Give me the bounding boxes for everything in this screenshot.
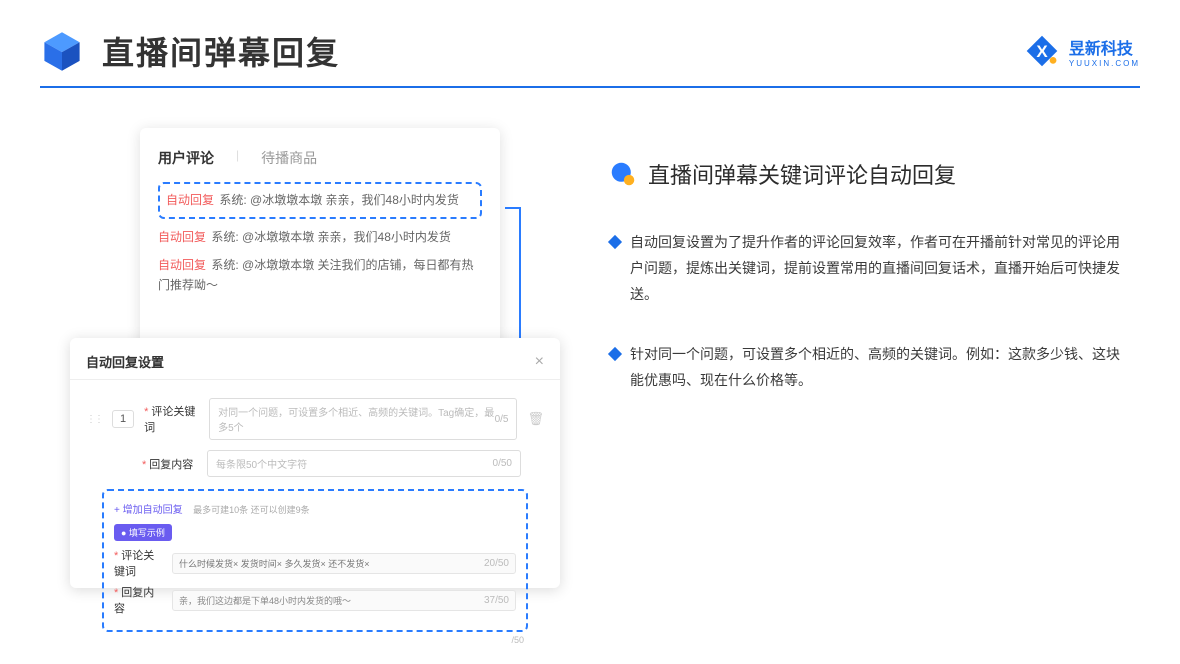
tabs: 用户评论 | 待播商品 xyxy=(158,148,482,168)
close-icon[interactable]: × xyxy=(535,353,544,371)
page-title: 直播间弹幕回复 xyxy=(102,28,340,74)
brand-logo-icon: X xyxy=(1025,34,1059,68)
section-title: 直播间弹幕关键词评论自动回复 xyxy=(648,158,956,190)
comments-panel: 用户评论 | 待播商品 自动回复 系统: @冰墩墩本墩 亲亲，我们48小时内发货… xyxy=(140,128,500,348)
drag-handle-icon[interactable]: ⋮⋮ xyxy=(86,414,102,425)
example-box: + 增加自动回复 最多可建10条 还可以创建9条 ● 填写示例 *评论关键词 什… xyxy=(102,489,528,632)
header: 直播间弹幕回复 X 昱新科技 YUUXIN.COM xyxy=(0,0,1180,86)
bullet-1-text: 自动回复设置为了提升作者的评论回复效率，作者可在开播前针对常见的评论用户问题，提… xyxy=(630,230,1120,308)
auto-reply-tag: 自动回复 xyxy=(166,193,214,207)
tab-user-comments[interactable]: 用户评论 xyxy=(158,148,214,168)
keyword-placeholder: 对同一个问题，可设置多个相近、高频的关键词。Tag确定，最多5个 xyxy=(218,404,494,434)
settings-title: 自动回复设置 xyxy=(86,352,164,371)
diamond-icon xyxy=(608,347,622,361)
reply-input[interactable]: 每条限50个中文字符 0/50 xyxy=(207,450,521,477)
chat-bubble-icon xyxy=(610,161,636,187)
add-note: 最多可建10条 还可以创建9条 xyxy=(193,505,310,515)
trash-icon[interactable]: 🗑 xyxy=(527,411,544,427)
reply-placeholder: 每条限50个中文字符 xyxy=(216,456,307,471)
brand-name: 昱新科技 xyxy=(1069,35,1140,59)
ex-reply-input[interactable]: 亲，我们这边都是下单48小时内发货的哦～ 37/50 xyxy=(172,590,516,611)
ex-tags: 什么时候发货× 发货时间× 多久发货× 还不发货× xyxy=(179,559,370,569)
bullet-2: 针对同一个问题，可设置多个相近的、高频的关键词。例如：这款多少钱、这块能优惠吗、… xyxy=(610,342,1120,394)
add-auto-reply-link[interactable]: + 增加自动回复 xyxy=(114,505,183,516)
example-badge: ● 填写示例 xyxy=(114,524,172,541)
ex-keyword-input[interactable]: 什么时候发货× 发货时间× 多久发货× 还不发货× 20/50 xyxy=(172,553,516,574)
diamond-icon xyxy=(608,235,622,249)
keyword-input[interactable]: 对同一个问题，可设置多个相近、高频的关键词。Tag确定，最多5个 0/5 xyxy=(209,398,517,440)
ex-reply-counter: 37/50 xyxy=(484,595,509,606)
keyword-label: 评论关键词 xyxy=(144,406,195,434)
tab-separator: | xyxy=(236,148,239,168)
settings-panel: 自动回复设置 × ⋮⋮ 1 *评论关键词 对同一个问题，可设置多个相近、高频的关… xyxy=(70,338,560,588)
right-column: 直播间弹幕关键词评论自动回复 自动回复设置为了提升作者的评论回复效率，作者可在开… xyxy=(560,128,1180,427)
ex-reply-label: 回复内容 xyxy=(114,587,154,615)
side-counter: /50 xyxy=(86,632,544,645)
keyword-counter: 0/5 xyxy=(495,414,509,425)
cube-icon xyxy=(40,29,84,73)
keyword-row: ⋮⋮ 1 *评论关键词 对同一个问题，可设置多个相近、高频的关键词。Tag确定，… xyxy=(86,398,544,440)
header-left: 直播间弹幕回复 xyxy=(40,28,340,74)
brand-url: YUUXIN.COM xyxy=(1069,59,1140,68)
reply-label: 回复内容 xyxy=(149,459,193,471)
comment-text: 系统: @冰墩墩本墩 亲亲，我们48小时内发货 xyxy=(219,193,459,207)
bullet-2-text: 针对同一个问题，可设置多个相近的、高频的关键词。例如：这款多少钱、这块能优惠吗、… xyxy=(630,342,1120,394)
comment-text: 系统: @冰墩墩本墩 亲亲，我们48小时内发货 xyxy=(211,230,451,244)
auto-reply-tag: 自动回复 xyxy=(158,230,206,244)
auto-reply-tag: 自动回复 xyxy=(158,258,206,272)
ex-reply-value: 亲，我们这边都是下单48小时内发货的哦～ xyxy=(179,594,351,607)
bullet-1: 自动回复设置为了提升作者的评论回复效率，作者可在开播前针对常见的评论用户问题，提… xyxy=(610,230,1120,308)
highlighted-comment: 自动回复 系统: @冰墩墩本墩 亲亲，我们48小时内发货 xyxy=(158,182,482,219)
content: 用户评论 | 待播商品 自动回复 系统: @冰墩墩本墩 亲亲，我们48小时内发货… xyxy=(0,88,1180,427)
brand-block: X 昱新科技 YUUXIN.COM xyxy=(1025,34,1140,68)
left-column: 用户评论 | 待播商品 自动回复 系统: @冰墩墩本墩 亲亲，我们48小时内发货… xyxy=(0,128,560,427)
ex-kw-counter: 20/50 xyxy=(484,558,509,569)
reply-counter: 0/50 xyxy=(493,458,512,469)
tab-pending-products[interactable]: 待播商品 xyxy=(261,148,317,168)
reply-row: *回复内容 每条限50个中文字符 0/50 xyxy=(86,450,544,477)
index-box: 1 xyxy=(112,410,134,428)
svg-text:X: X xyxy=(1036,42,1048,61)
section-head: 直播间弹幕关键词评论自动回复 xyxy=(610,158,1120,190)
ex-keyword-label: 评论关键词 xyxy=(114,550,154,578)
